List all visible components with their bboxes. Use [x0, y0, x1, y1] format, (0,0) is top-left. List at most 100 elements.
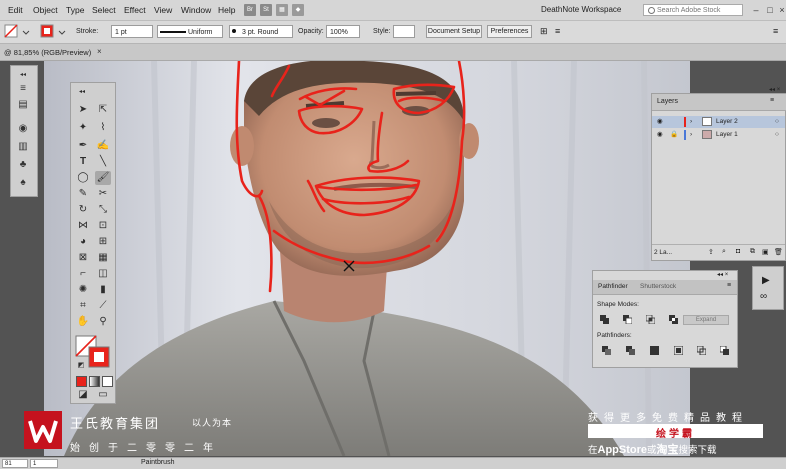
- gradient-tool-icon[interactable]: ▦: [95, 251, 111, 265]
- layers-panel-menu-icon[interactable]: ≡: [770, 97, 774, 104]
- ellipse-tool-icon[interactable]: ◯: [75, 171, 91, 185]
- brushes-icon[interactable]: ♣: [17, 160, 29, 170]
- layer-row[interactable]: ◉ › Layer 2 ○: [652, 116, 785, 128]
- none-mode-icon[interactable]: [102, 376, 113, 387]
- gradient-mode-icon[interactable]: [89, 376, 100, 387]
- stroke-swatch[interactable]: [40, 24, 72, 40]
- tab-pathfinder[interactable]: Pathfinder: [598, 283, 628, 290]
- menu-select[interactable]: Select: [92, 5, 116, 15]
- panel-menu-icon[interactable]: ≡: [555, 26, 560, 36]
- target-icon[interactable]: ○: [775, 116, 779, 128]
- locate-object-icon[interactable]: ⌕: [722, 248, 726, 256]
- menu-type[interactable]: Type: [66, 5, 84, 15]
- expand-layer-icon[interactable]: ›: [690, 129, 692, 141]
- artboard-tool-icon[interactable]: ⌗: [75, 299, 91, 313]
- eyedropper-tool-icon[interactable]: ⌐: [75, 267, 91, 281]
- maximize-icon[interactable]: □: [764, 4, 776, 16]
- blend-tool-icon[interactable]: ◫: [95, 267, 111, 281]
- collapse-toolbox-icon[interactable]: ◂◂: [74, 85, 90, 99]
- collapse-strip-icon[interactable]: ◂◂: [17, 70, 29, 80]
- scissors-tool-icon[interactable]: ✂: [95, 187, 111, 201]
- zoom-field[interactable]: 81: [2, 459, 28, 468]
- minus-front-icon[interactable]: [623, 315, 632, 324]
- play-icon[interactable]: ▶: [762, 275, 770, 286]
- document-setup-button[interactable]: Document Setup: [426, 25, 482, 38]
- color-mode-icon[interactable]: [76, 376, 87, 387]
- tab-shutterstock[interactable]: Shutterstock: [640, 283, 676, 290]
- expand-layer-icon[interactable]: ›: [690, 116, 692, 128]
- close-document-icon[interactable]: ×: [97, 47, 102, 56]
- rotate-tool-icon[interactable]: ↻: [75, 203, 91, 217]
- graphic-style-swatch[interactable]: [393, 25, 415, 38]
- pen-tool-icon[interactable]: ✒: [75, 139, 91, 153]
- selection-tool-icon[interactable]: ➤: [75, 103, 91, 117]
- symbol-sprayer-tool-icon[interactable]: ✺: [75, 283, 91, 297]
- export-icon[interactable]: ⇪: [708, 248, 714, 256]
- scale-tool-icon[interactable]: ⤡: [95, 203, 111, 217]
- draw-mode-icon[interactable]: ◪: [75, 388, 91, 402]
- line-segment-tool-icon[interactable]: ╲: [95, 155, 111, 169]
- workspace-switcher[interactable]: DeathNote Workspace: [541, 5, 621, 14]
- delete-layer-icon[interactable]: 🗑: [774, 248, 783, 256]
- outline-icon[interactable]: [697, 346, 706, 355]
- trim-icon[interactable]: [626, 346, 635, 355]
- merge-icon[interactable]: [650, 346, 659, 355]
- symbols-icon[interactable]: ♠: [17, 178, 29, 188]
- opacity-label[interactable]: Opacity:: [298, 28, 324, 35]
- menu-lines-icon[interactable]: ≡: [17, 84, 29, 94]
- menu-effect[interactable]: Effect: [124, 5, 146, 15]
- eye-icon[interactable]: ◉: [657, 129, 663, 141]
- perspective-grid-tool-icon[interactable]: ⊞: [95, 235, 111, 249]
- type-tool-icon[interactable]: T: [75, 155, 91, 169]
- menu-edit[interactable]: Edit: [8, 5, 23, 15]
- artboard-number-field[interactable]: 1: [30, 459, 58, 468]
- document-tab[interactable]: @ 81,85% (RGB/Preview): [4, 48, 91, 57]
- menu-object[interactable]: Object: [33, 5, 58, 15]
- minimize-icon[interactable]: –: [750, 4, 762, 16]
- menu-view[interactable]: View: [154, 5, 172, 15]
- screen-mode-icon[interactable]: ▭: [95, 388, 111, 402]
- lasso-tool-icon[interactable]: ⌇: [95, 121, 111, 135]
- new-sublayer-icon[interactable]: ⧉: [750, 248, 755, 256]
- search-input[interactable]: Search Adobe Stock: [643, 4, 743, 16]
- fill-swatch[interactable]: [4, 24, 36, 40]
- crop-icon[interactable]: [674, 346, 683, 355]
- menu-help[interactable]: Help: [218, 5, 235, 15]
- layers-title[interactable]: Layers: [657, 98, 678, 105]
- free-transform-tool-icon[interactable]: ⊡: [95, 219, 111, 233]
- mesh-tool-icon[interactable]: ⊠: [75, 251, 91, 265]
- eye-icon[interactable]: ◉: [657, 116, 663, 128]
- default-colors-icon[interactable]: ◩: [73, 359, 89, 373]
- layout-grid-icon[interactable]: ▦: [276, 4, 288, 16]
- bridge-icon[interactable]: Br: [244, 4, 256, 16]
- column-graph-tool-icon[interactable]: ▮: [95, 283, 111, 297]
- brush-definition-select[interactable]: 3 pt. Round: [229, 25, 293, 38]
- control-menu-icon[interactable]: ≡: [773, 26, 778, 36]
- intersect-icon[interactable]: [646, 315, 655, 324]
- artboard[interactable]: [44, 61, 690, 456]
- new-layer-icon[interactable]: ▣: [762, 248, 769, 256]
- menu-window[interactable]: Window: [181, 5, 211, 15]
- curvature-tool-icon[interactable]: ✍: [95, 139, 111, 153]
- gradient-icon[interactable]: ▥: [17, 142, 29, 152]
- gpu-icon[interactable]: ◆: [292, 4, 304, 16]
- pathfinder-menu-icon[interactable]: ≡: [727, 282, 731, 289]
- opacity-field[interactable]: 100%: [326, 25, 360, 38]
- lock-icon[interactable]: 🔒: [670, 129, 678, 141]
- slice-tool-icon[interactable]: ⟋: [95, 299, 111, 313]
- expand-button[interactable]: Expand: [683, 315, 729, 325]
- exclude-icon[interactable]: [669, 315, 678, 324]
- layer-name[interactable]: Layer 2: [716, 116, 738, 128]
- stock-icon[interactable]: St: [260, 4, 272, 16]
- color-guide-icon[interactable]: ▤: [17, 100, 29, 110]
- collapse-layers-icon[interactable]: ◂◂ ×: [769, 86, 780, 93]
- target-icon[interactable]: ○: [775, 129, 779, 141]
- shape-builder-tool-icon[interactable]: ◕: [75, 235, 91, 249]
- preferences-button[interactable]: Preferences: [487, 25, 532, 38]
- swatches-icon[interactable]: ◉: [17, 124, 29, 134]
- magic-wand-tool-icon[interactable]: ✦: [75, 121, 91, 135]
- arrange-icon[interactable]: ⊞: [540, 26, 548, 37]
- minus-back-icon[interactable]: [720, 346, 729, 355]
- close-icon[interactable]: ×: [776, 4, 786, 16]
- direct-selection-tool-icon[interactable]: ⇱: [95, 103, 111, 117]
